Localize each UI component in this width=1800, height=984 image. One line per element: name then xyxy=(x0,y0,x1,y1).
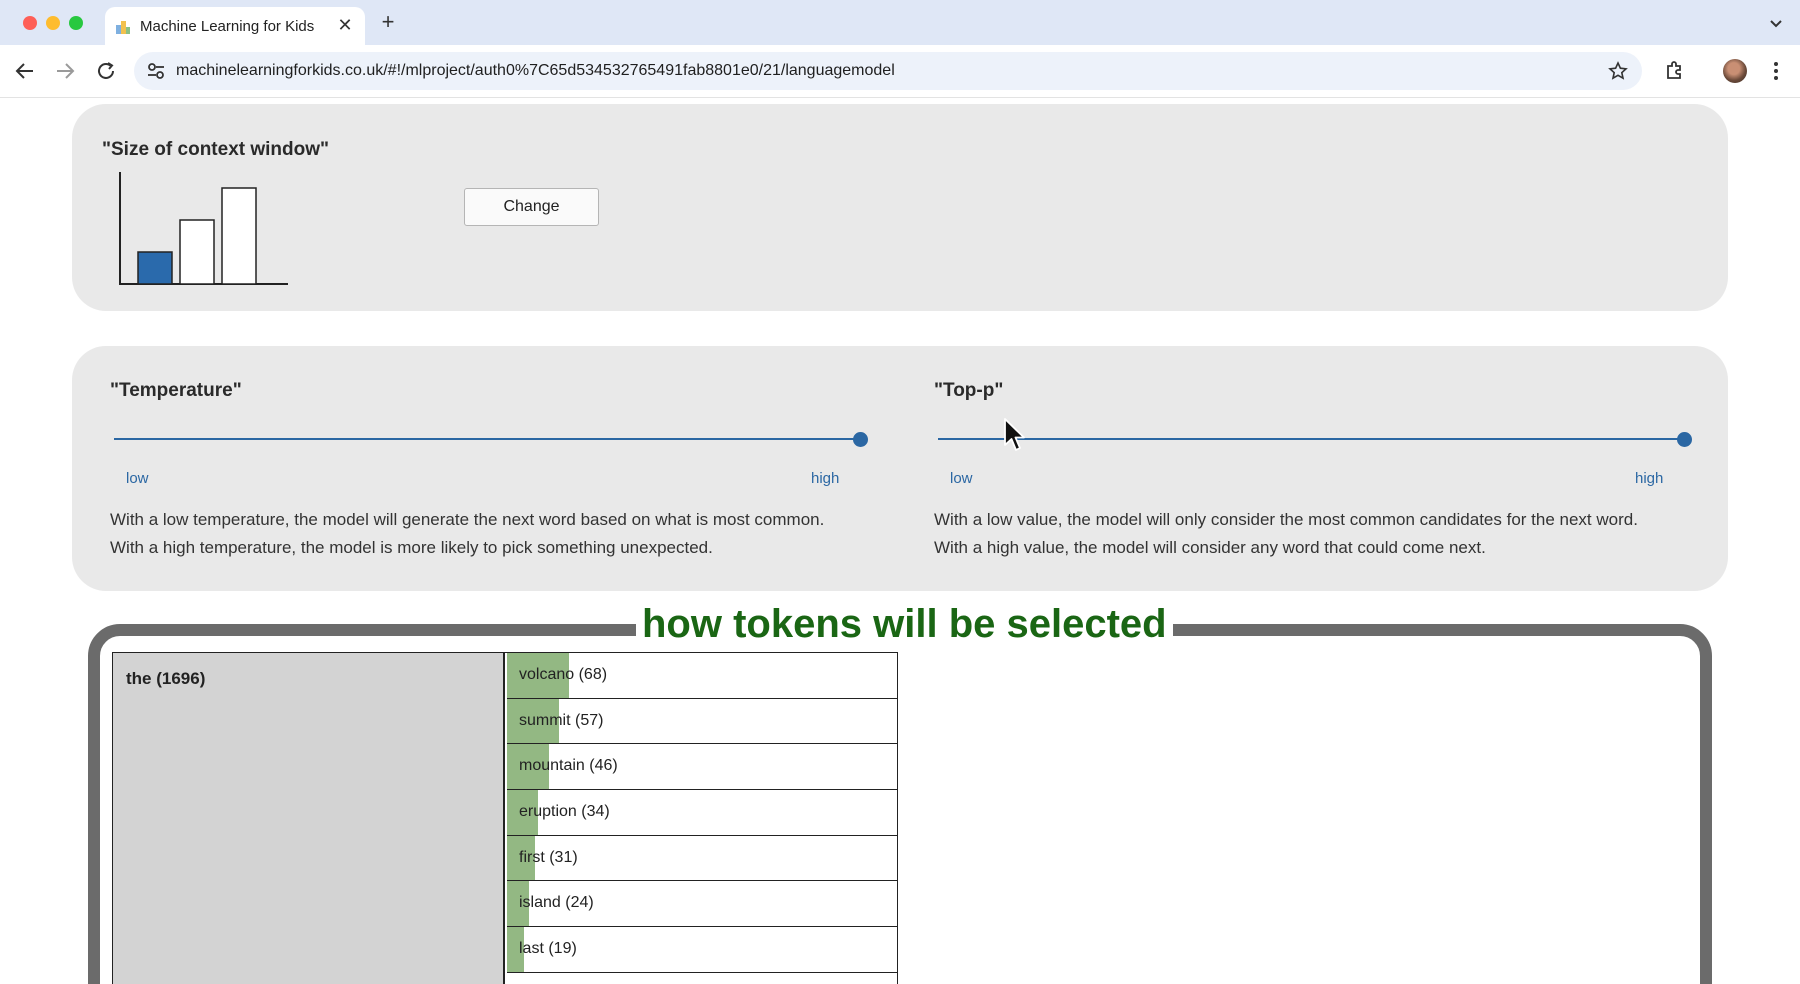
forward-arrow-icon[interactable] xyxy=(53,59,77,83)
top-p-description-line: With a low value, the model will only co… xyxy=(934,510,1638,529)
bookmark-star-icon[interactable] xyxy=(1608,61,1628,81)
more-menu-icon[interactable] xyxy=(1766,59,1786,83)
tokens-heading: how tokens will be selected xyxy=(636,602,1173,647)
site-settings-icon[interactable] xyxy=(146,61,166,81)
candidate-token-row[interactable]: island (24) xyxy=(507,881,897,928)
tab-title: Machine Learning for Kids xyxy=(140,18,315,35)
url-text: machinelearningforkids.co.uk/#!/mlprojec… xyxy=(176,62,895,79)
context-window-panel: "Size of context window" Change xyxy=(72,104,1728,311)
maximize-window-button[interactable] xyxy=(69,16,83,30)
extensions-puzzle-icon[interactable] xyxy=(1664,59,1686,81)
temperature-slider-thumb[interactable] xyxy=(852,432,868,447)
close-window-button[interactable] xyxy=(23,16,37,30)
top-p-low-label: low xyxy=(950,470,973,487)
top-p-slider-thumb[interactable] xyxy=(1676,432,1692,447)
context-size-large-bar[interactable] xyxy=(221,187,257,285)
top-p-slider-track[interactable] xyxy=(938,438,1684,440)
candidate-token-row[interactable]: eruption (34) xyxy=(507,790,897,836)
candidate-token-label: volcano (68) xyxy=(519,666,608,683)
back-arrow-icon[interactable] xyxy=(13,59,37,83)
temperature-low-label: low xyxy=(126,470,149,487)
profile-avatar[interactable] xyxy=(1723,59,1747,83)
candidate-token-row[interactable]: last (19) xyxy=(507,927,897,973)
top-p-section: "Top-p" low high With a low value, the m… xyxy=(934,346,1704,591)
root-token-label: the (1696) xyxy=(126,669,206,688)
temperature-slider-track[interactable] xyxy=(114,438,860,440)
tab-search-chevron-icon[interactable] xyxy=(1764,12,1788,34)
top-p-high-label: high xyxy=(1635,470,1664,487)
change-button[interactable]: Change xyxy=(464,188,599,226)
minimize-window-button[interactable] xyxy=(46,16,60,30)
candidate-token-label: eruption (34) xyxy=(519,803,610,821)
temperature-description: With a low temperature, the model will g… xyxy=(110,506,890,562)
context-window-title: "Size of context window" xyxy=(102,139,330,160)
temperature-description-line: With a high temperature, the model is mo… xyxy=(110,538,713,557)
candidate-token-label: island (24) xyxy=(519,894,594,912)
candidate-token-label: mountain (46) xyxy=(519,757,618,775)
tab-close-icon[interactable]: ✕ xyxy=(334,14,356,36)
top-p-description: With a low value, the model will only co… xyxy=(934,506,1714,562)
context-size-chart-icon[interactable] xyxy=(118,168,298,286)
context-size-small-bar[interactable] xyxy=(137,251,173,285)
candidate-token-label: first (31) xyxy=(519,848,578,866)
reload-icon[interactable] xyxy=(94,59,118,83)
candidate-token-label: summit (57) xyxy=(519,711,604,729)
browser-toolbar: machinelearningforkids.co.uk/#!/mlprojec… xyxy=(0,45,1800,98)
address-bar[interactable]: machinelearningforkids.co.uk/#!/mlprojec… xyxy=(134,52,1642,90)
temperature-high-label: high xyxy=(811,470,840,487)
candidate-token-row[interactable]: summit (57) xyxy=(507,698,897,745)
candidate-token-row[interactable]: first (31) xyxy=(507,835,897,882)
temperature-description-line: With a low temperature, the model will g… xyxy=(110,510,825,529)
candidate-token-row[interactable]: volcano (68) xyxy=(507,653,897,699)
temperature-section: "Temperature" low high With a low temper… xyxy=(110,346,880,591)
top-p-title: "Top-p" xyxy=(934,380,1004,401)
candidate-token-list: volcano (68) summit (57) mountain (46) erup… xyxy=(507,653,897,973)
context-size-medium-bar[interactable] xyxy=(179,219,215,285)
candidate-token-label: last (19) xyxy=(519,940,577,958)
root-token-cell[interactable]: the (1696) xyxy=(113,653,505,984)
token-tree: the (1696) volcano (68) summit (57) mounta… xyxy=(112,652,898,984)
sampling-settings-panel: "Temperature" low high With a low temper… xyxy=(72,346,1728,591)
temperature-title: "Temperature" xyxy=(110,380,242,401)
browser-tab[interactable]: Machine Learning for Kids ✕ xyxy=(105,7,365,45)
candidate-token-row[interactable]: mountain (46) xyxy=(507,744,897,791)
site-favicon-icon xyxy=(116,21,130,34)
new-tab-icon[interactable]: + xyxy=(376,10,400,34)
tab-strip: Machine Learning for Kids ✕ + xyxy=(0,0,1800,45)
top-p-description-line: With a high value, the model will consid… xyxy=(934,538,1486,557)
mouse-cursor-icon xyxy=(1004,418,1025,451)
